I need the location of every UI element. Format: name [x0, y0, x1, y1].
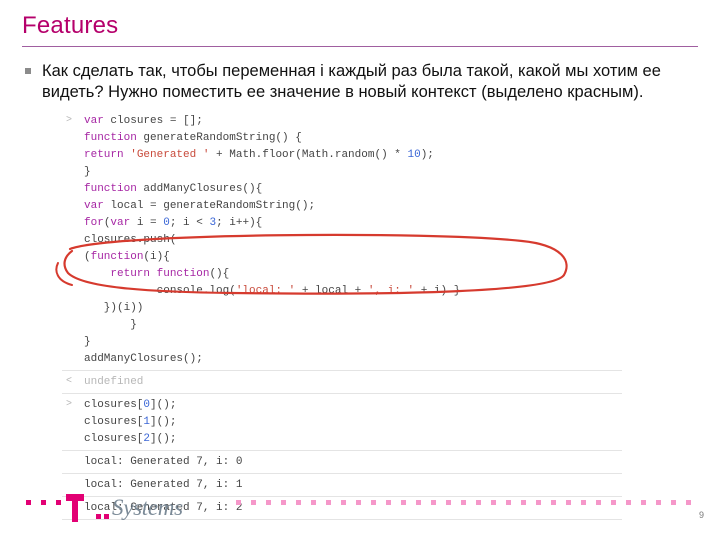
brand-logo: Systems: [64, 494, 183, 522]
page-title: Features: [22, 12, 698, 40]
logo-dots-right: [236, 500, 706, 512]
prompt-icon: >: [66, 399, 72, 410]
logo-dots-left: [26, 500, 61, 512]
page-number: 9: [699, 510, 704, 520]
title-divider: [22, 46, 698, 47]
result-icon: <: [66, 376, 72, 387]
brand-text: Systems: [112, 495, 183, 521]
bullet-item: Как сделать так, чтобы переменная i кажд…: [24, 61, 698, 103]
bullet-list: Как сделать так, чтобы переменная i кажд…: [22, 61, 698, 103]
slide: Features Как сделать так, чтобы переменн…: [0, 0, 720, 540]
prompt-icon: >: [66, 115, 72, 126]
footer: Systems 9: [0, 482, 720, 526]
code-panel: >var closures = []; function generateRan…: [62, 113, 622, 520]
t-icon: [64, 494, 86, 522]
